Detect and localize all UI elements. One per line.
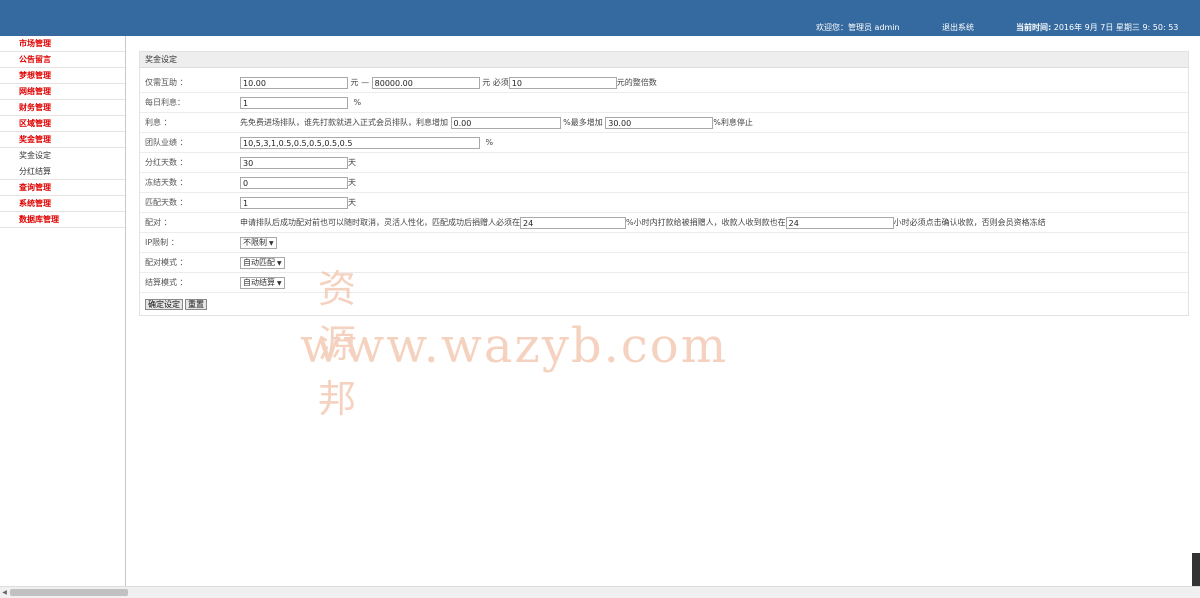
pair-mode-select[interactable]: 自动匹配 ▼ (240, 256, 285, 269)
help-max-input[interactable]: 80000.00 (371, 77, 480, 89)
sidebar-item-bonus[interactable]: 奖金管理 (0, 132, 125, 148)
sidebar-item-market[interactable]: 市场管理 (0, 36, 125, 52)
bonus-days-input[interactable]: 30 (240, 157, 348, 169)
vertical-scrollbar-corner (1192, 553, 1200, 586)
settle-mode-label: 结算模式 ： (145, 278, 188, 287)
interest-max-input[interactable]: 30.00 (605, 117, 714, 129)
pairing-hours-input-1[interactable]: 24 (520, 217, 626, 229)
daily-interest-unit: % (353, 98, 362, 107)
freeze-days-input[interactable]: 0 (240, 177, 348, 189)
help-must-text: 元 必须 (482, 78, 509, 87)
sidebar-item-dream[interactable]: 梦想管理 (0, 68, 125, 84)
match-days-unit: 天 (348, 198, 356, 207)
settle-mode-value: 自动结算 (243, 277, 275, 287)
row-pairing: 配对 ： 申请排队后成功配对前也可以随时取消，灵活人性化，匹配成功后捐赠人必须在… (140, 213, 1188, 233)
reset-button[interactable]: 重置 (185, 299, 207, 310)
chevron-down-icon: ▼ (277, 279, 282, 287)
scroll-left-icon[interactable]: ◀ (0, 588, 9, 598)
row-ip-limit: IP限制 ： 不限制 ▼ (140, 233, 1188, 253)
scrollbar-thumb[interactable] (10, 589, 128, 596)
watermark-line-2: www.wazyb.com (300, 318, 729, 374)
pairing-text-3: 小时必须点击确认收款，否则会员资格冻结 (893, 218, 1046, 227)
bonus-days-label: 分红天数 ： (145, 158, 188, 167)
sidebar-item-system[interactable]: 系统管理 (0, 196, 125, 212)
submit-button[interactable]: 确定设定 (145, 299, 183, 310)
sidebar: 市场管理 公告留言 梦想管理 网络管理 财务管理 区域管理 奖金管理 奖金设定 … (0, 36, 126, 586)
sidebar-item-network[interactable]: 网络管理 (0, 84, 125, 100)
sidebar-item-query[interactable]: 查询管理 (0, 180, 125, 196)
row-team-performance: 团队业绩 ： 10,5,3,1,0.5,0.5,0.5,0.5,0.5 % (140, 133, 1188, 153)
row-help-amount: 仅需互助 ： 10.00 元 — 80000.00 元 必须 10 元的整倍数 (140, 73, 1188, 93)
row-freeze-days: 冻结天数 ： 0天 (140, 173, 1188, 193)
settle-mode-select[interactable]: 自动结算 ▼ (240, 276, 285, 289)
form-buttons: 确定设定 重置 (145, 299, 209, 310)
interest-increase-input[interactable]: 0.00 (450, 117, 561, 129)
ip-limit-label: IP限制 ： (145, 238, 179, 247)
sidebar-item-region[interactable]: 区域管理 (0, 116, 125, 132)
team-performance-unit: % (485, 138, 494, 147)
row-match-days: 匹配天数 ： 1天 (140, 193, 1188, 213)
time-label: 当前时间: (1016, 23, 1052, 32)
row-daily-interest: 每日利息： 1 % (140, 93, 1188, 113)
help-multiple-input[interactable]: 10 (508, 77, 617, 89)
interest-text: 先免费进场排队，谁先打款就进入正式会员排队，利息增加 (240, 118, 448, 127)
sidebar-subitem-bonus-setting[interactable]: 奖金设定 (0, 148, 125, 164)
help-amount-label: 仅需互助 ： (145, 78, 188, 87)
row-bonus-days: 分红天数 ： 30 天 (140, 153, 1188, 173)
logout-link[interactable]: 退出系统 (942, 22, 974, 34)
current-time: 当前时间: 2016年 9月 7日 星期三 9: 50: 53 (1016, 22, 1178, 34)
row-pair-mode: 配对模式 ： 自动匹配 ▼ (140, 253, 1188, 273)
help-sep-text: 元 — (350, 78, 370, 87)
bonus-settings-panel: 奖金设定 仅需互助 ： 10.00 元 — 80000.00 元 必须 10 元的整… (139, 51, 1189, 316)
time-value: 2016年 9月 7日 星期三 9: 50: 53 (1053, 23, 1179, 32)
freeze-days-label: 冻结天数 ： (145, 178, 188, 187)
chevron-down-icon: ▼ (277, 259, 282, 267)
match-days-label: 匹配天数 ： (145, 198, 188, 207)
ip-limit-value: 不限制 (243, 237, 267, 247)
row-interest: 利息 ： 先免费进场排队，谁先打款就进入正式会员排队，利息增加 0.00 %最多… (140, 113, 1188, 133)
top-header: 欢迎您：管理员 admin 退出系统 当前时间: 2016年 9月 7日 星期三… (0, 0, 1200, 36)
interest-max-text: %最多增加 (563, 118, 603, 127)
team-performance-label: 团队业绩 ： (145, 138, 188, 147)
help-tail-text: 元的整倍数 (616, 78, 657, 87)
sidebar-item-database[interactable]: 数据库管理 (0, 212, 125, 228)
chevron-down-icon: ▼ (269, 239, 274, 247)
sidebar-item-notice[interactable]: 公告留言 (0, 52, 125, 68)
pair-mode-label: 配对模式 ： (145, 258, 188, 267)
pairing-text-1: 申请排队后成功配对前也可以随时取消，灵活人性化，匹配成功后捐赠人必须在 (240, 218, 520, 227)
pairing-hours-input-2[interactable]: 24 (785, 217, 894, 229)
match-days-input[interactable]: 1 (240, 197, 348, 209)
interest-tail-text: %利息停止 (713, 118, 753, 127)
interest-label: 利息 ： (145, 118, 172, 127)
sidebar-subitem-dividend-settle[interactable]: 分红结算 (0, 164, 125, 180)
freeze-days-unit: 天 (348, 178, 356, 187)
bonus-days-unit: 天 (348, 158, 356, 167)
daily-interest-label: 每日利息： (145, 98, 185, 107)
welcome-text: 欢迎您：管理员 admin (816, 23, 900, 32)
row-settle-mode: 结算模式 ： 自动结算 ▼ (140, 273, 1188, 293)
pair-mode-value: 自动匹配 (243, 257, 275, 267)
daily-interest-input[interactable]: 1 (240, 97, 348, 109)
pairing-text-2: %小时内打款给被捐赠人，收款人收到款也在 (626, 218, 786, 227)
horizontal-scrollbar[interactable]: ◀ (0, 586, 1200, 598)
pairing-label: 配对 ： (145, 218, 172, 227)
panel-title: 奖金设定 (140, 52, 1188, 68)
ip-limit-select[interactable]: 不限制 ▼ (240, 236, 277, 249)
help-min-input[interactable]: 10.00 (240, 77, 348, 89)
team-performance-input[interactable]: 10,5,3,1,0.5,0.5,0.5,0.5,0.5 (240, 137, 480, 149)
sidebar-item-finance[interactable]: 财务管理 (0, 100, 125, 116)
